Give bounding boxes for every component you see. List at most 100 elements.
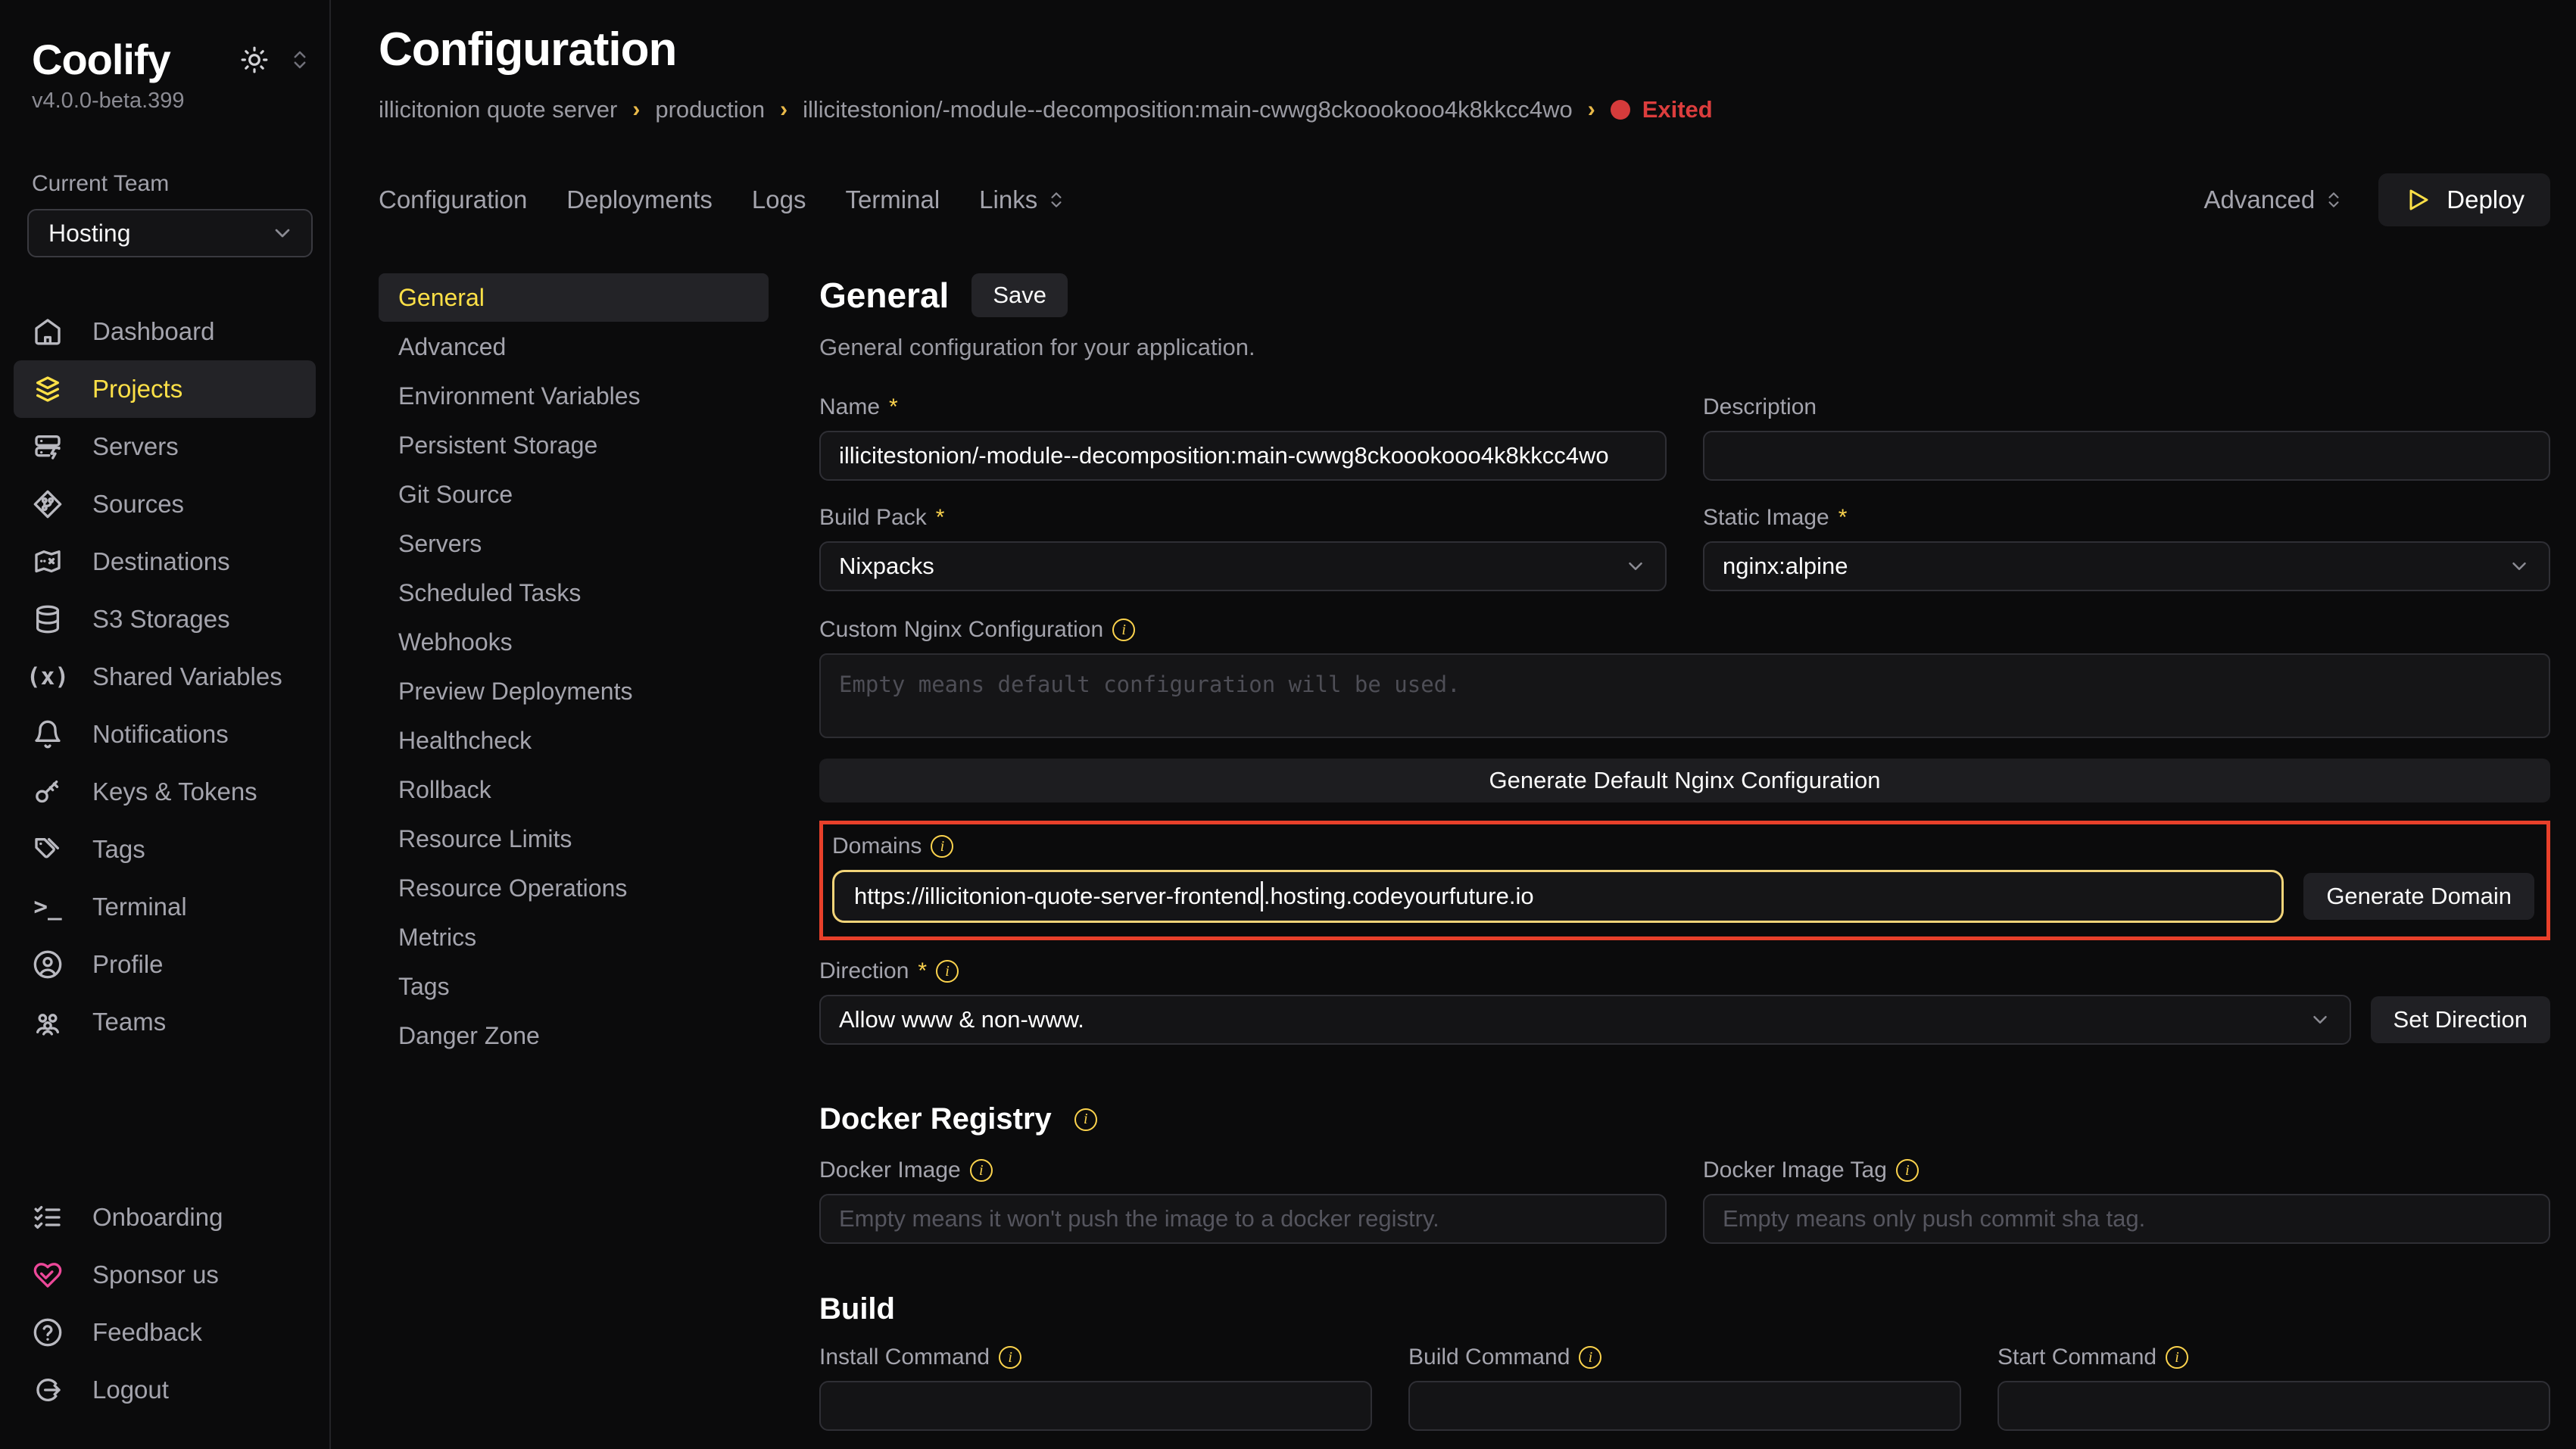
description-input[interactable]: [1703, 431, 2550, 481]
sidebar-item-terminal[interactable]: >_ Terminal: [14, 878, 316, 936]
sidebar-item-servers[interactable]: Servers: [14, 418, 316, 475]
general-panel: General Save General configuration for y…: [819, 273, 2550, 1449]
domains-label: Domains i: [832, 834, 2534, 859]
info-icon[interactable]: i: [1579, 1346, 1601, 1369]
play-icon: [2404, 186, 2431, 213]
sidebar-item-onboarding[interactable]: Onboarding: [14, 1189, 316, 1246]
sidebar-item-projects[interactable]: Projects: [14, 360, 316, 418]
docker-image-label: Docker Image i: [819, 1158, 1667, 1183]
info-icon[interactable]: i: [936, 960, 959, 983]
tab-logs[interactable]: Logs: [752, 185, 806, 214]
direction-label: Direction* i: [819, 958, 2550, 984]
required-asterisk: *: [936, 505, 945, 531]
info-icon[interactable]: i: [999, 1346, 1021, 1369]
sidebar-item-shared-variables[interactable]: (x) Shared Variables: [14, 648, 316, 706]
info-icon[interactable]: i: [1896, 1159, 1919, 1182]
build-pack-select[interactable]: Nixpacks: [819, 541, 1667, 591]
install-command-input[interactable]: [819, 1381, 1372, 1431]
breadcrumb-separator: ›: [632, 97, 640, 123]
map-icon: [32, 547, 64, 577]
breadcrumb: illicitonion quote server › production ›…: [379, 96, 2550, 123]
config-menu-rollback[interactable]: Rollback: [379, 765, 769, 814]
general-heading: General: [819, 275, 949, 316]
domains-input[interactable]: https://illicitonion-quote-server-fronte…: [832, 870, 2284, 923]
custom-nginx-textarea[interactable]: [819, 653, 2550, 738]
info-icon[interactable]: i: [970, 1159, 993, 1182]
sidebar-item-logout[interactable]: Logout: [14, 1361, 316, 1419]
config-menu-webhooks[interactable]: Webhooks: [379, 618, 769, 666]
advanced-toggle[interactable]: Advanced: [2203, 185, 2344, 214]
server-icon: [32, 432, 64, 462]
config-menu-preview-deployments[interactable]: Preview Deployments: [379, 667, 769, 715]
info-icon[interactable]: i: [1112, 619, 1135, 641]
sidebar-nav: Dashboard Projects Servers Sources Desti…: [14, 303, 316, 1051]
tab-deployments[interactable]: Deployments: [566, 185, 713, 214]
chevron-down-icon: [2309, 1008, 2331, 1031]
build-command-label: Build Command i: [1408, 1345, 1961, 1370]
config-menu-tags[interactable]: Tags: [379, 962, 769, 1011]
sidebar-item-keys-tokens[interactable]: Keys & Tokens: [14, 763, 316, 821]
sidebar-item-teams[interactable]: Teams: [14, 993, 316, 1051]
config-menu-healthcheck[interactable]: Healthcheck: [379, 716, 769, 765]
tab-links[interactable]: Links: [979, 185, 1066, 214]
theme-switcher-chevrons-icon[interactable]: [288, 48, 311, 71]
docker-registry-heading: Docker Registry: [819, 1102, 1052, 1136]
theme-sun-icon[interactable]: [240, 45, 269, 74]
config-menu-scheduled-tasks[interactable]: Scheduled Tasks: [379, 569, 769, 617]
tags-icon: [32, 834, 64, 865]
build-command-input[interactable]: [1408, 1381, 1961, 1431]
generate-nginx-button[interactable]: Generate Default Nginx Configuration: [819, 759, 2550, 802]
generate-domain-button[interactable]: Generate Domain: [2303, 873, 2534, 920]
name-label: Name*: [819, 394, 1667, 420]
start-command-input[interactable]: [1997, 1381, 2550, 1431]
chevrons-up-down-icon: [1046, 190, 1066, 210]
breadcrumb-project[interactable]: illicitonion quote server: [379, 96, 617, 123]
logout-icon: [32, 1375, 64, 1405]
config-menu-general[interactable]: General: [379, 273, 769, 322]
sidebar-item-sources[interactable]: Sources: [14, 475, 316, 533]
tab-terminal[interactable]: Terminal: [845, 185, 940, 214]
sidebar-item-dashboard[interactable]: Dashboard: [14, 303, 316, 360]
docker-image-tag-input[interactable]: [1703, 1194, 2550, 1244]
tab-configuration[interactable]: Configuration: [379, 185, 527, 214]
sidebar-item-notifications[interactable]: Notifications: [14, 706, 316, 763]
sidebar-item-profile[interactable]: Profile: [14, 936, 316, 993]
info-icon[interactable]: i: [2166, 1346, 2188, 1369]
checklist-icon: [32, 1202, 64, 1232]
docker-image-input[interactable]: [819, 1194, 1667, 1244]
breadcrumb-separator: ›: [780, 97, 787, 123]
save-button[interactable]: Save: [971, 273, 1068, 317]
info-icon[interactable]: i: [931, 835, 953, 858]
app-sidebar: Coolify v4.0.0-beta.399 Current Team Hos…: [0, 0, 331, 1449]
team-select[interactable]: Hosting: [27, 209, 313, 257]
config-menu-advanced[interactable]: Advanced: [379, 323, 769, 371]
set-direction-button[interactable]: Set Direction: [2371, 996, 2550, 1043]
config-menu-resource-limits[interactable]: Resource Limits: [379, 815, 769, 863]
docker-image-tag-label: Docker Image Tag i: [1703, 1158, 2550, 1183]
config-menu-servers[interactable]: Servers: [379, 519, 769, 568]
config-menu-resource-operations[interactable]: Resource Operations: [379, 864, 769, 912]
required-asterisk: *: [889, 394, 898, 420]
direction-value: Allow www & non-www.: [839, 1006, 1084, 1033]
variable-icon: (x): [32, 663, 64, 690]
install-command-label: Install Command i: [819, 1345, 1372, 1370]
sidebar-item-destinations[interactable]: Destinations: [14, 533, 316, 591]
config-menu-metrics[interactable]: Metrics: [379, 913, 769, 961]
breadcrumb-environment[interactable]: production: [655, 96, 765, 123]
sidebar-item-tags[interactable]: Tags: [14, 821, 316, 878]
info-icon[interactable]: i: [1074, 1108, 1097, 1131]
config-menu-git-source[interactable]: Git Source: [379, 470, 769, 519]
toolbar: Configuration Deployments Logs Terminal …: [379, 173, 2550, 226]
name-input[interactable]: [819, 431, 1667, 481]
config-menu-environment-variables[interactable]: Environment Variables: [379, 372, 769, 420]
help-circle-icon: [32, 1317, 64, 1348]
sidebar-item-feedback[interactable]: Feedback: [14, 1304, 316, 1361]
breadcrumb-application[interactable]: illicitestonion/-module--decomposition:m…: [803, 96, 1573, 123]
static-image-select[interactable]: nginx:alpine: [1703, 541, 2550, 591]
sidebar-item-sponsor-us[interactable]: Sponsor us: [14, 1246, 316, 1304]
config-menu-persistent-storage[interactable]: Persistent Storage: [379, 421, 769, 469]
config-menu-danger-zone[interactable]: Danger Zone: [379, 1011, 769, 1060]
direction-select[interactable]: Allow www & non-www.: [819, 995, 2351, 1045]
sidebar-item-s3-storages[interactable]: S3 Storages: [14, 591, 316, 648]
deploy-button[interactable]: Deploy: [2378, 173, 2550, 226]
